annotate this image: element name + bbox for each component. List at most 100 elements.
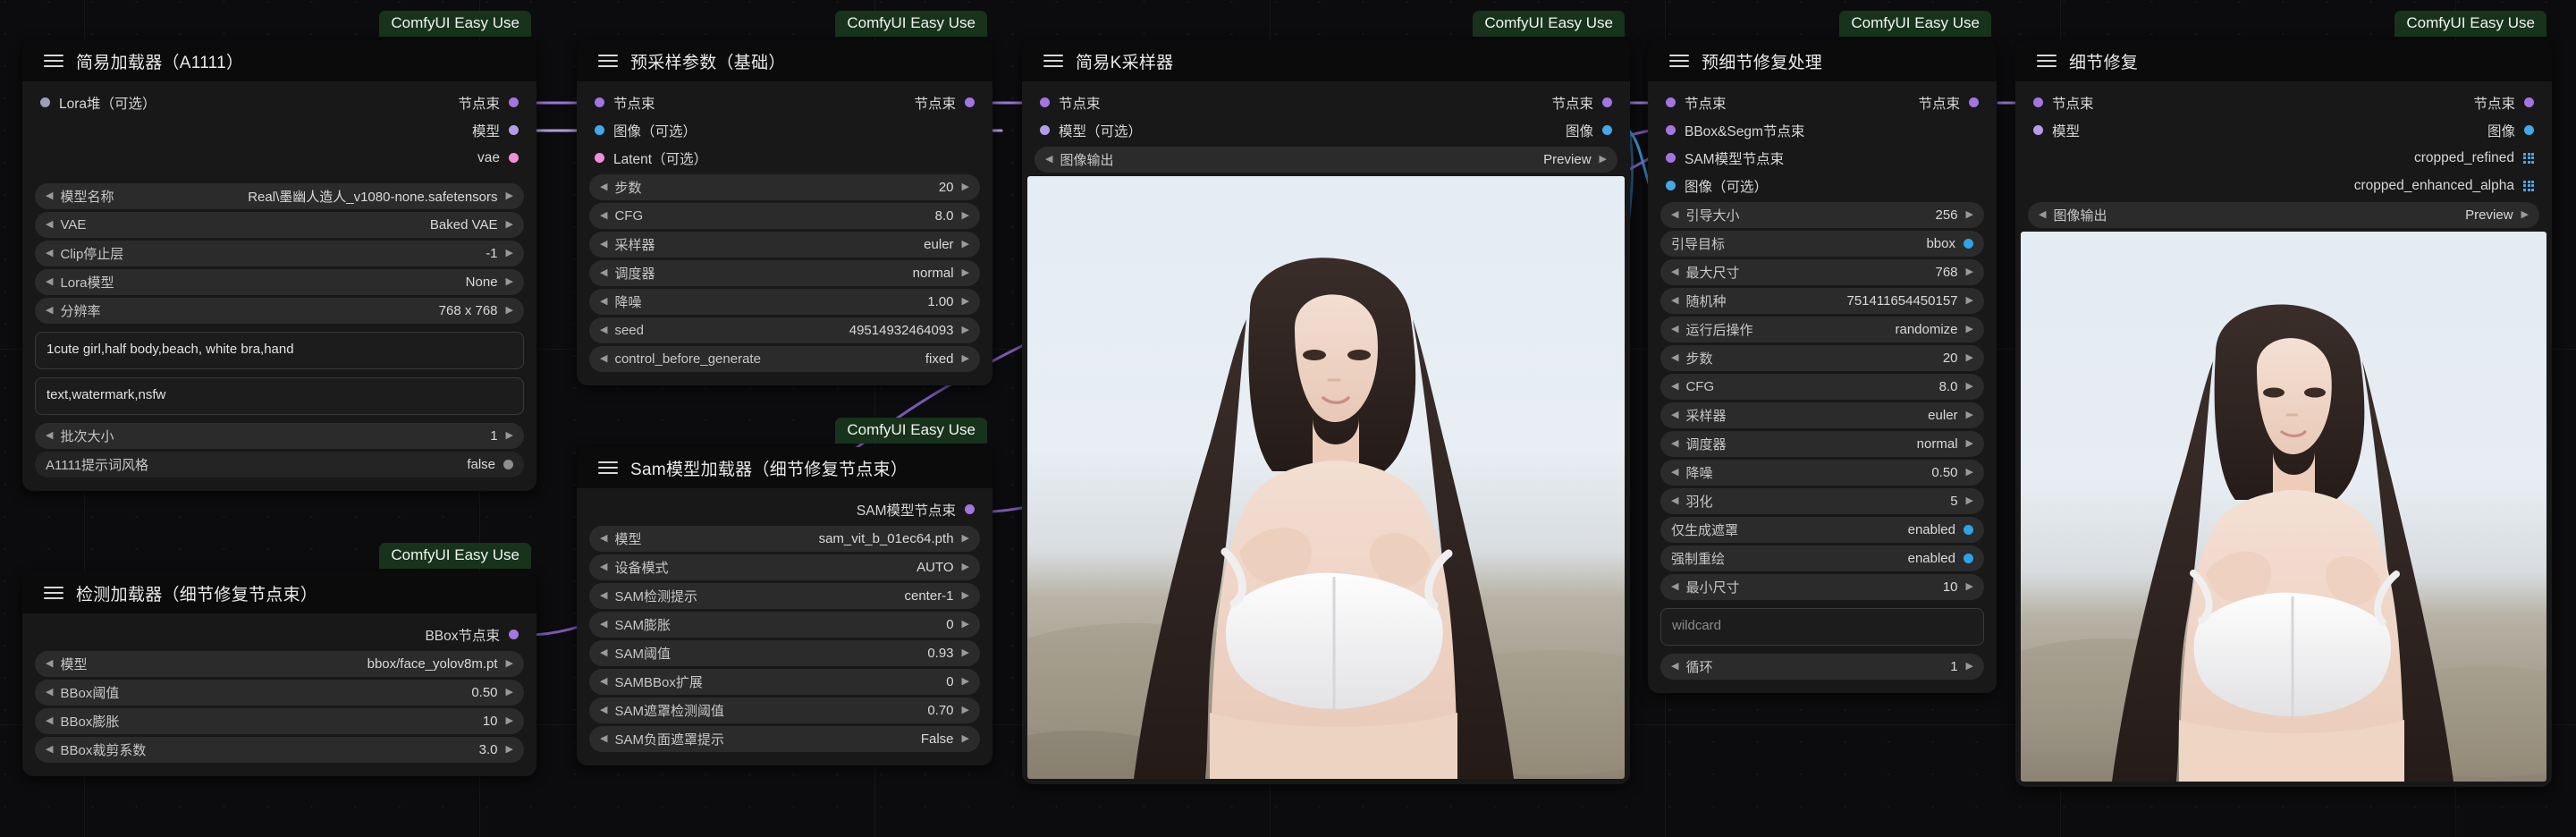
prev-arrow-icon[interactable]: ◀ xyxy=(600,648,607,658)
prev-arrow-icon[interactable]: ◀ xyxy=(600,677,607,687)
prev-arrow-icon[interactable]: ◀ xyxy=(46,659,53,669)
prev-arrow-icon[interactable]: ◀ xyxy=(600,297,607,307)
next-arrow-icon[interactable]: ▶ xyxy=(506,431,513,441)
prev-arrow-icon[interactable]: ◀ xyxy=(600,562,607,572)
prev-arrow-icon[interactable]: ◀ xyxy=(600,706,607,715)
prev-arrow-icon[interactable]: ◀ xyxy=(1671,210,1678,220)
next-arrow-icon[interactable]: ▶ xyxy=(962,620,969,630)
image-preview[interactable] xyxy=(2021,232,2546,782)
widget-sam-detection-hint[interactable]: ◀ SAM检测提示 center-1 ▶ xyxy=(589,583,980,609)
prev-arrow-icon[interactable]: ◀ xyxy=(1671,325,1678,334)
prev-arrow-icon[interactable]: ◀ xyxy=(1671,662,1678,672)
prev-arrow-icon[interactable]: ◀ xyxy=(600,326,607,335)
widget-cfg[interactable]: ◀ CFG 8.0 ▶ xyxy=(1660,374,1984,400)
port-dot-icon[interactable] xyxy=(2033,97,2043,107)
widget-cycle[interactable]: ◀ 循环 1 ▶ xyxy=(1660,654,1984,680)
port-dot-icon[interactable] xyxy=(2033,125,2043,135)
port-dot-icon[interactable] xyxy=(1602,125,1612,135)
next-arrow-icon[interactable]: ▶ xyxy=(962,182,969,192)
widget-bbox-threshold[interactable]: ◀ BBox阈值 0.50 ▶ xyxy=(35,680,524,706)
port-dot-icon[interactable] xyxy=(40,97,50,107)
node-easy-predetailer[interactable]: ComfyUI Easy Use 预细节修复处理 节点束 节点束 xyxy=(1648,40,1997,693)
next-arrow-icon[interactable]: ▶ xyxy=(506,277,513,287)
widget-model-name[interactable]: ◀ 模型名称 Real\墨幽人造人_v1080-none.safetensors… xyxy=(35,183,524,209)
prev-arrow-icon[interactable]: ◀ xyxy=(600,591,607,601)
next-arrow-icon[interactable]: ▶ xyxy=(962,297,969,307)
node-header[interactable]: 简易加载器（A1111） xyxy=(22,40,536,81)
prev-arrow-icon[interactable]: ◀ xyxy=(600,534,607,544)
next-arrow-icon[interactable]: ▶ xyxy=(1966,410,1973,420)
widget-bbox-dilation[interactable]: ◀ BBox膨胀 10 ▶ xyxy=(35,708,524,734)
port-dot-icon[interactable] xyxy=(1666,125,1676,135)
next-arrow-icon[interactable]: ▶ xyxy=(506,745,513,755)
node-header[interactable]: Sam模型加载器（细节修复节点束） xyxy=(577,447,992,488)
port-dot-icon[interactable] xyxy=(1666,97,1676,107)
input-port-bundle[interactable]: 节点束 xyxy=(1666,93,1727,113)
prev-arrow-icon[interactable]: ◀ xyxy=(600,354,607,364)
next-arrow-icon[interactable]: ▶ xyxy=(962,677,969,687)
widget-image-output[interactable]: ◀ 图像输出 Preview ▶ xyxy=(2028,202,2539,228)
widget-seed[interactable]: ◀ 随机种 751411654450157 ▶ xyxy=(1660,288,1984,314)
output-port-cropped-enhanced-alpha[interactable]: cropped_enhanced_alpha xyxy=(2354,178,2534,194)
input-port-model[interactable]: 模型 xyxy=(2033,121,2080,140)
port-dot-icon[interactable] xyxy=(1040,125,1050,135)
collapse-icon[interactable] xyxy=(1669,55,1689,67)
prev-arrow-icon[interactable]: ◀ xyxy=(1671,382,1678,392)
widget-force-inpaint[interactable]: 强制重绘 enabled xyxy=(1660,545,1984,571)
collapse-icon[interactable] xyxy=(598,461,618,474)
node-easy-sam-loader[interactable]: ComfyUI Easy Use Sam模型加载器（细节修复节点束） SAM模型… xyxy=(577,447,992,765)
next-arrow-icon[interactable]: ▶ xyxy=(962,354,969,364)
next-arrow-icon[interactable]: ▶ xyxy=(962,706,969,715)
prev-arrow-icon[interactable]: ◀ xyxy=(1671,468,1678,478)
port-dot-icon[interactable] xyxy=(509,153,519,163)
widget-device-mode[interactable]: ◀ 设备模式 AUTO ▶ xyxy=(589,554,980,580)
widget-scheduler[interactable]: ◀ 调度器 normal ▶ xyxy=(589,260,980,286)
next-arrow-icon[interactable]: ▶ xyxy=(962,591,969,601)
next-arrow-icon[interactable]: ▶ xyxy=(1966,439,1973,449)
next-arrow-icon[interactable]: ▶ xyxy=(962,211,969,221)
input-port-sam-bundle[interactable]: SAM模型节点束 xyxy=(1666,148,1784,168)
grid-icon[interactable] xyxy=(2523,153,2534,164)
wildcard-input[interactable]: wildcard xyxy=(1660,608,1984,646)
next-arrow-icon[interactable]: ▶ xyxy=(962,734,969,744)
prev-arrow-icon[interactable]: ◀ xyxy=(46,220,53,230)
prev-arrow-icon[interactable]: ◀ xyxy=(46,249,53,258)
prev-arrow-icon[interactable]: ◀ xyxy=(1671,582,1678,592)
widget-sam-bbox-expansion[interactable]: ◀ SAMBBox扩展 0 ▶ xyxy=(589,669,980,695)
widget-sam-mask-hint-threshold[interactable]: ◀ SAM遮罩检测阈值 0.70 ▶ xyxy=(589,698,980,723)
widget-sampler[interactable]: ◀ 采样器 euler ▶ xyxy=(589,232,980,258)
input-port-lora-stack[interactable]: Lora堆（可选） xyxy=(40,93,156,113)
output-port-bundle[interactable]: 节点束 xyxy=(1551,93,1612,113)
next-arrow-icon[interactable]: ▶ xyxy=(962,240,969,249)
prev-arrow-icon[interactable]: ◀ xyxy=(46,431,53,441)
output-port-bbox-bundle[interactable]: BBox节点束 xyxy=(425,625,519,645)
widget-guide-target[interactable]: 引导目标 bbox xyxy=(1660,231,1984,257)
output-port-bundle[interactable]: 节点束 xyxy=(2473,93,2534,113)
port-dot-icon[interactable] xyxy=(965,504,975,514)
widget-noise-mask[interactable]: 仅生成遮罩 enabled xyxy=(1660,517,1984,543)
next-arrow-icon[interactable]: ▶ xyxy=(506,716,513,726)
prev-arrow-icon[interactable]: ◀ xyxy=(600,268,607,278)
next-arrow-icon[interactable]: ▶ xyxy=(1966,267,1973,277)
widget-feather[interactable]: ◀ 羽化 5 ▶ xyxy=(1660,488,1984,514)
collapse-icon[interactable] xyxy=(2037,55,2057,67)
collapse-icon[interactable] xyxy=(1043,55,1063,67)
input-port-image[interactable]: 图像（可选） xyxy=(595,121,697,140)
port-dot-icon[interactable] xyxy=(2524,125,2534,135)
port-dot-icon[interactable] xyxy=(595,125,604,135)
widget-clip-skip[interactable]: ◀ Clip停止层 -1 ▶ xyxy=(35,241,524,266)
prev-arrow-icon[interactable]: ◀ xyxy=(1671,296,1678,306)
node-header[interactable]: 简易K采样器 xyxy=(1022,40,1630,81)
port-dot-icon[interactable] xyxy=(509,630,519,639)
next-arrow-icon[interactable]: ▶ xyxy=(506,659,513,669)
next-arrow-icon[interactable]: ▶ xyxy=(1966,353,1973,363)
next-arrow-icon[interactable]: ▶ xyxy=(506,306,513,316)
next-arrow-icon[interactable]: ▶ xyxy=(1966,382,1973,392)
widget-cfg[interactable]: ◀ CFG 8.0 ▶ xyxy=(589,203,980,229)
node-header[interactable]: 预细节修复处理 xyxy=(1648,40,1997,81)
widget-vae[interactable]: ◀ VAE Baked VAE ▶ xyxy=(35,212,524,238)
prev-arrow-icon[interactable]: ◀ xyxy=(1671,410,1678,420)
port-dot-icon[interactable] xyxy=(2524,97,2534,107)
widget-guide-size[interactable]: ◀ 引导大小 256 ▶ xyxy=(1660,202,1984,228)
widget-max-size[interactable]: ◀ 最大尺寸 768 ▶ xyxy=(1660,259,1984,285)
